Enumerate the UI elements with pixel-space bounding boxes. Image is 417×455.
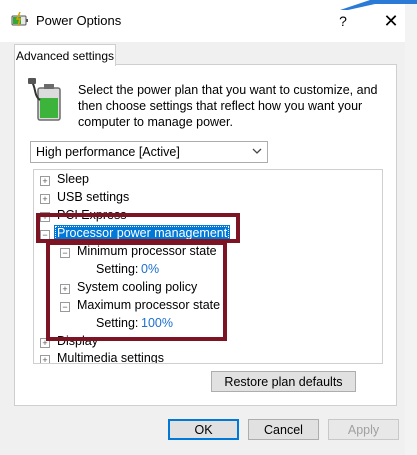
- tab-label: Advanced settings: [15, 49, 115, 63]
- tab-advanced-settings[interactable]: Advanced settings: [14, 44, 116, 66]
- tree-item-label: USB settings: [57, 190, 130, 204]
- highlight-box-processor-states: [46, 241, 227, 341]
- description-text: Select the power plan that you want to c…: [78, 83, 378, 129]
- power-plan-dropdown[interactable]: High performance [Active]: [30, 141, 268, 163]
- chevron-down-icon: [252, 148, 262, 154]
- cancel-button[interactable]: Cancel: [248, 419, 319, 440]
- restore-plan-defaults-button[interactable]: Restore plan defaults: [211, 371, 356, 392]
- battery-power-icon: [28, 78, 61, 121]
- expand-icon[interactable]: +: [40, 194, 50, 204]
- tree-item-label: Sleep: [57, 172, 89, 186]
- help-button[interactable]: ?: [333, 11, 353, 31]
- window-title: Power Options: [36, 13, 122, 28]
- power-options-icon: [11, 12, 28, 27]
- background-window-edge: [405, 0, 417, 455]
- ok-button[interactable]: OK: [168, 419, 239, 440]
- background-window-decoration: [340, 0, 417, 10]
- close-button[interactable]: ✕: [380, 11, 402, 31]
- highlight-box-processor-power: [36, 213, 240, 243]
- tree-item-label: Multimedia settings: [57, 351, 164, 364]
- apply-button[interactable]: Apply: [328, 419, 399, 440]
- power-plan-value: High performance [Active]: [36, 145, 180, 159]
- expand-icon[interactable]: +: [40, 355, 50, 363]
- expand-icon[interactable]: +: [40, 176, 50, 186]
